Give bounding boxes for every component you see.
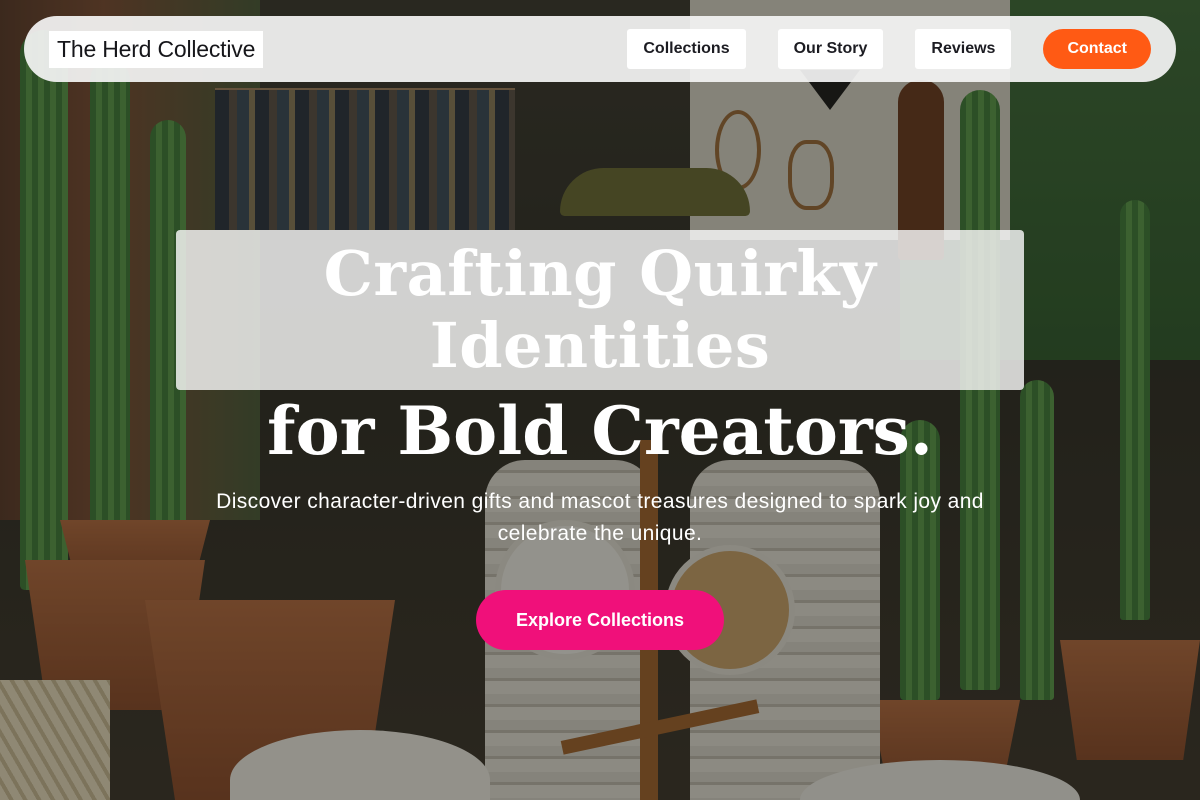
brand-logo[interactable]: The Herd Collective (49, 30, 264, 68)
contact-button[interactable]: Contact (1043, 29, 1151, 69)
hero-subtitle: Discover character-driven gifts and masc… (216, 490, 984, 545)
hero-title-line-2: for Bold Creators. (267, 392, 933, 470)
top-nav: The Herd Collective Collections Our Stor… (24, 16, 1176, 82)
nav-link-our-story[interactable]: Our Story (777, 29, 884, 69)
hero-title-line-1: Crafting Quirky Identities (323, 237, 877, 382)
nav-link-reviews[interactable]: Reviews (915, 29, 1012, 69)
nav-link-collections[interactable]: Collections (627, 29, 746, 69)
explore-collections-button[interactable]: Explore Collections (476, 590, 724, 650)
nav-links: Collections Our Story Reviews Contact (627, 29, 1151, 69)
